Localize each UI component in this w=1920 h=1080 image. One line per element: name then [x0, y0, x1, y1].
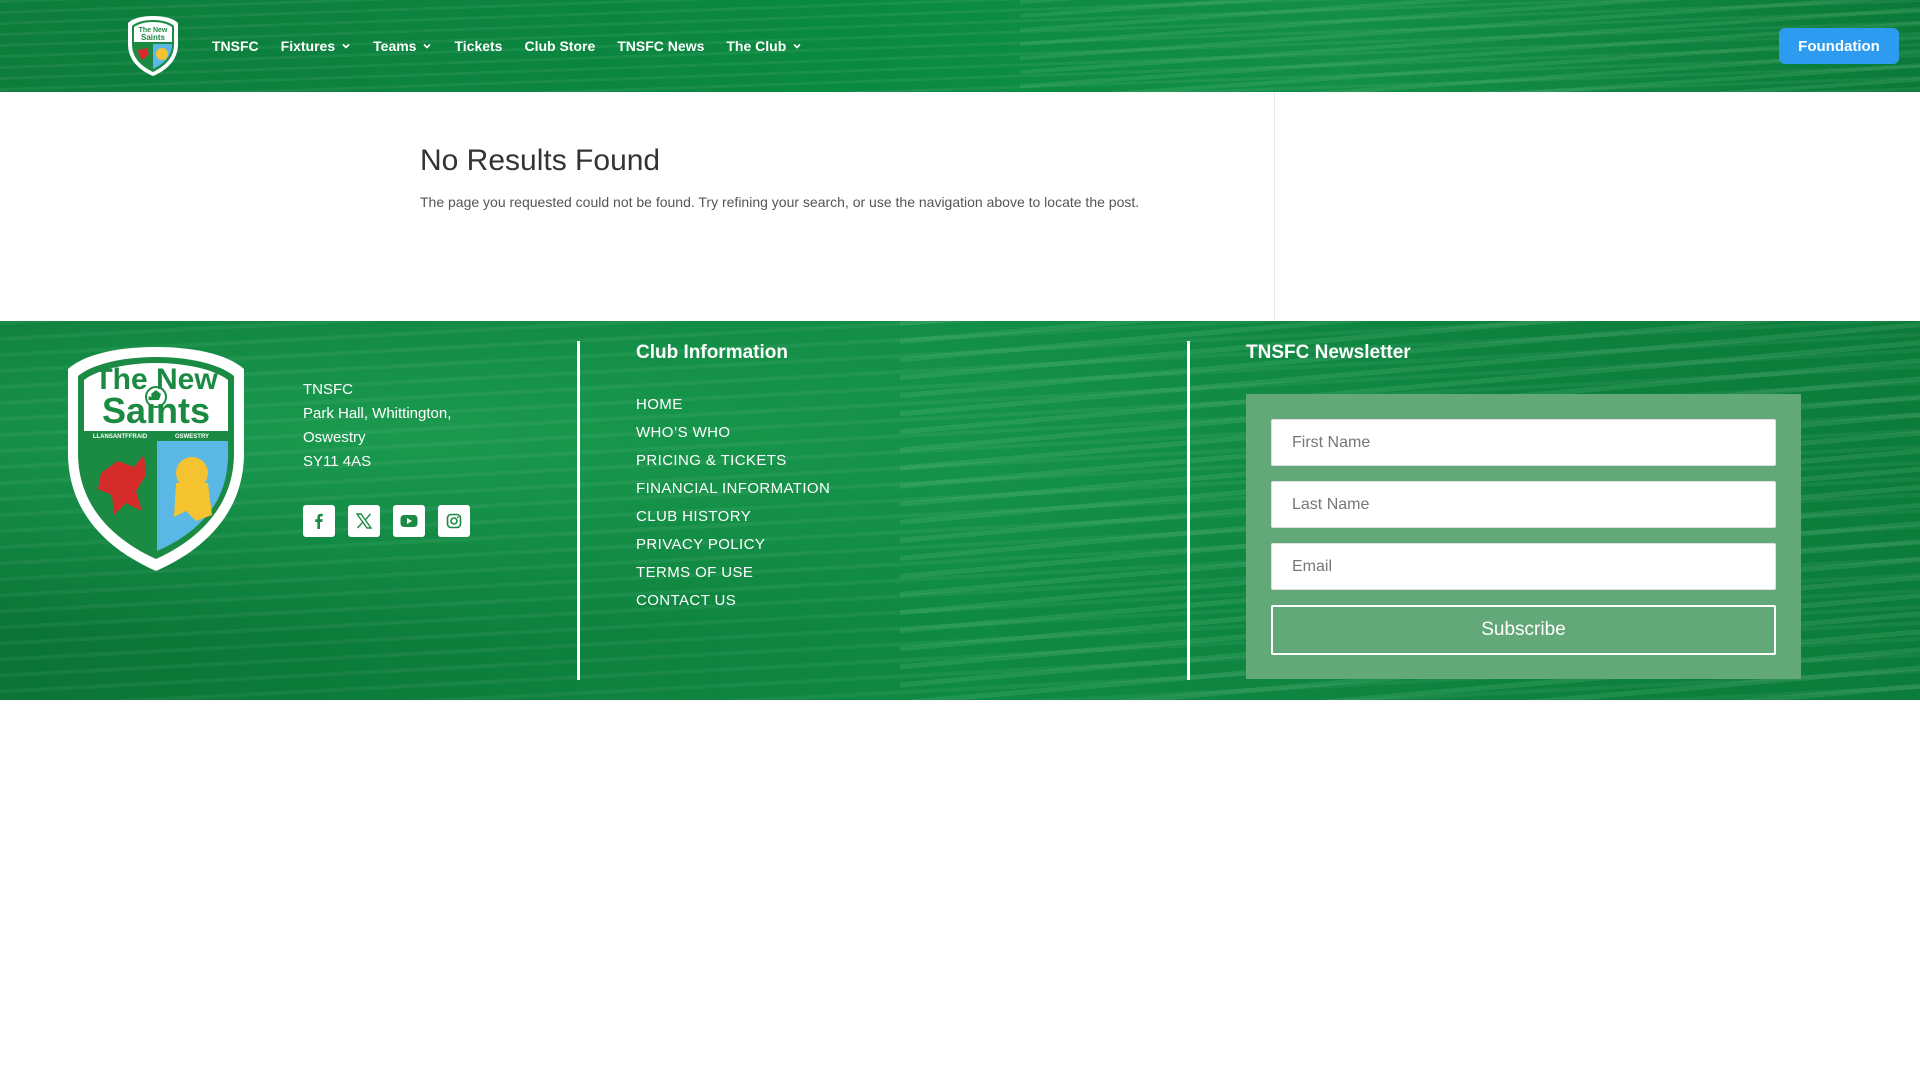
club-crest-logo[interactable]: The New Saints LLANSANTFFRAID OSWESTRY — [56, 343, 256, 573]
instagram-link[interactable] — [438, 505, 470, 537]
nav-label: The Club — [726, 38, 787, 54]
footer-divider — [577, 341, 580, 680]
nav-label: Fixtures — [280, 38, 336, 54]
x-link[interactable] — [348, 505, 380, 537]
nav-tnsfc[interactable]: TNSFC — [212, 38, 259, 54]
sidebar-divider — [1274, 92, 1275, 321]
instagram-icon — [446, 513, 462, 529]
page-title: No Results Found — [420, 144, 661, 177]
club-logo[interactable]: The New Saints — [125, 14, 181, 78]
address-line: Oswestry — [303, 429, 366, 446]
footer-link-pricing-tickets[interactable]: PRICING & TICKETS — [636, 447, 830, 475]
newsletter-form: Subscribe — [1246, 394, 1801, 679]
nav-tickets[interactable]: Tickets — [454, 38, 502, 54]
youtube-link[interactable] — [393, 505, 425, 537]
nav-label: TNSFC — [212, 38, 259, 54]
footer-link-club-history[interactable]: CLUB HISTORY — [636, 503, 830, 531]
youtube-icon — [400, 515, 418, 527]
nav-label: Club Store — [524, 38, 596, 54]
not-found-message: The page you requested could not be foun… — [420, 194, 1140, 210]
first-name-input[interactable] — [1271, 419, 1776, 466]
social-links — [303, 505, 483, 537]
svg-text:Saints: Saints — [141, 33, 166, 42]
crest-text-line2: Saints — [102, 390, 210, 431]
chevron-down-icon — [342, 43, 350, 49]
site-footer: The New Saints LLANSANTFFRAID OSWESTRY T… — [0, 321, 1920, 700]
nav-label: Teams — [373, 38, 417, 54]
club-address: TNSFC Park Hall, Whittington, Oswestry S… — [303, 378, 451, 474]
last-name-input[interactable] — [1271, 481, 1776, 528]
footer-link-whos-who[interactable]: WHO’S WHO — [636, 419, 830, 447]
footer-link-financial-information[interactable]: FINANCIAL INFORMATION — [636, 475, 830, 503]
address-line: SY11 4AS — [303, 453, 372, 470]
crest-place-right: OSWESTRY — [175, 434, 209, 440]
email-input[interactable] — [1271, 543, 1776, 590]
club-info-title: Club Information — [636, 342, 788, 363]
address-line: Park Hall, Whittington, — [303, 405, 452, 422]
footer-divider — [1187, 341, 1190, 680]
chevron-down-icon — [423, 43, 432, 49]
club-info-links: HOME WHO’S WHO PRICING & TICKETS FINANCI… — [636, 391, 830, 615]
footer-link-contact-us[interactable]: CONTACT US — [636, 587, 830, 615]
footer-link-terms-of-use[interactable]: TERMS OF USE — [636, 559, 830, 587]
page-blank-area — [0, 700, 1920, 1080]
chevron-down-icon — [793, 43, 801, 49]
main-content: No Results Found The page you requested … — [0, 92, 1920, 321]
facebook-link[interactable] — [303, 505, 335, 537]
footer-link-privacy-policy[interactable]: PRIVACY POLICY — [636, 531, 830, 559]
foundation-button[interactable]: Foundation — [1779, 28, 1899, 64]
nav-label: TNSFC News — [617, 38, 705, 54]
nav-teams[interactable]: Teams — [373, 38, 432, 54]
x-icon — [356, 513, 372, 529]
nav-label: Tickets — [454, 38, 503, 54]
site-header: The New Saints TNSFC Fixtures Teams Tick… — [0, 0, 1920, 92]
newsletter-title: TNSFC Newsletter — [1246, 342, 1411, 363]
nav-fixtures[interactable]: Fixtures — [281, 38, 351, 54]
facebook-icon — [315, 513, 323, 529]
crest-place-left: LLANSANTFFRAID — [93, 434, 148, 440]
footer-link-home[interactable]: HOME — [636, 391, 830, 419]
subscribe-button[interactable]: Subscribe — [1271, 605, 1776, 655]
nav-the-club[interactable]: The Club — [726, 38, 802, 54]
main-nav: TNSFC Fixtures Teams Tickets Club Store … — [212, 0, 824, 92]
nav-tnsfc-news[interactable]: TNSFC News — [617, 38, 704, 54]
nav-club-store[interactable]: Club Store — [524, 38, 595, 54]
address-line: TNSFC — [303, 381, 353, 398]
